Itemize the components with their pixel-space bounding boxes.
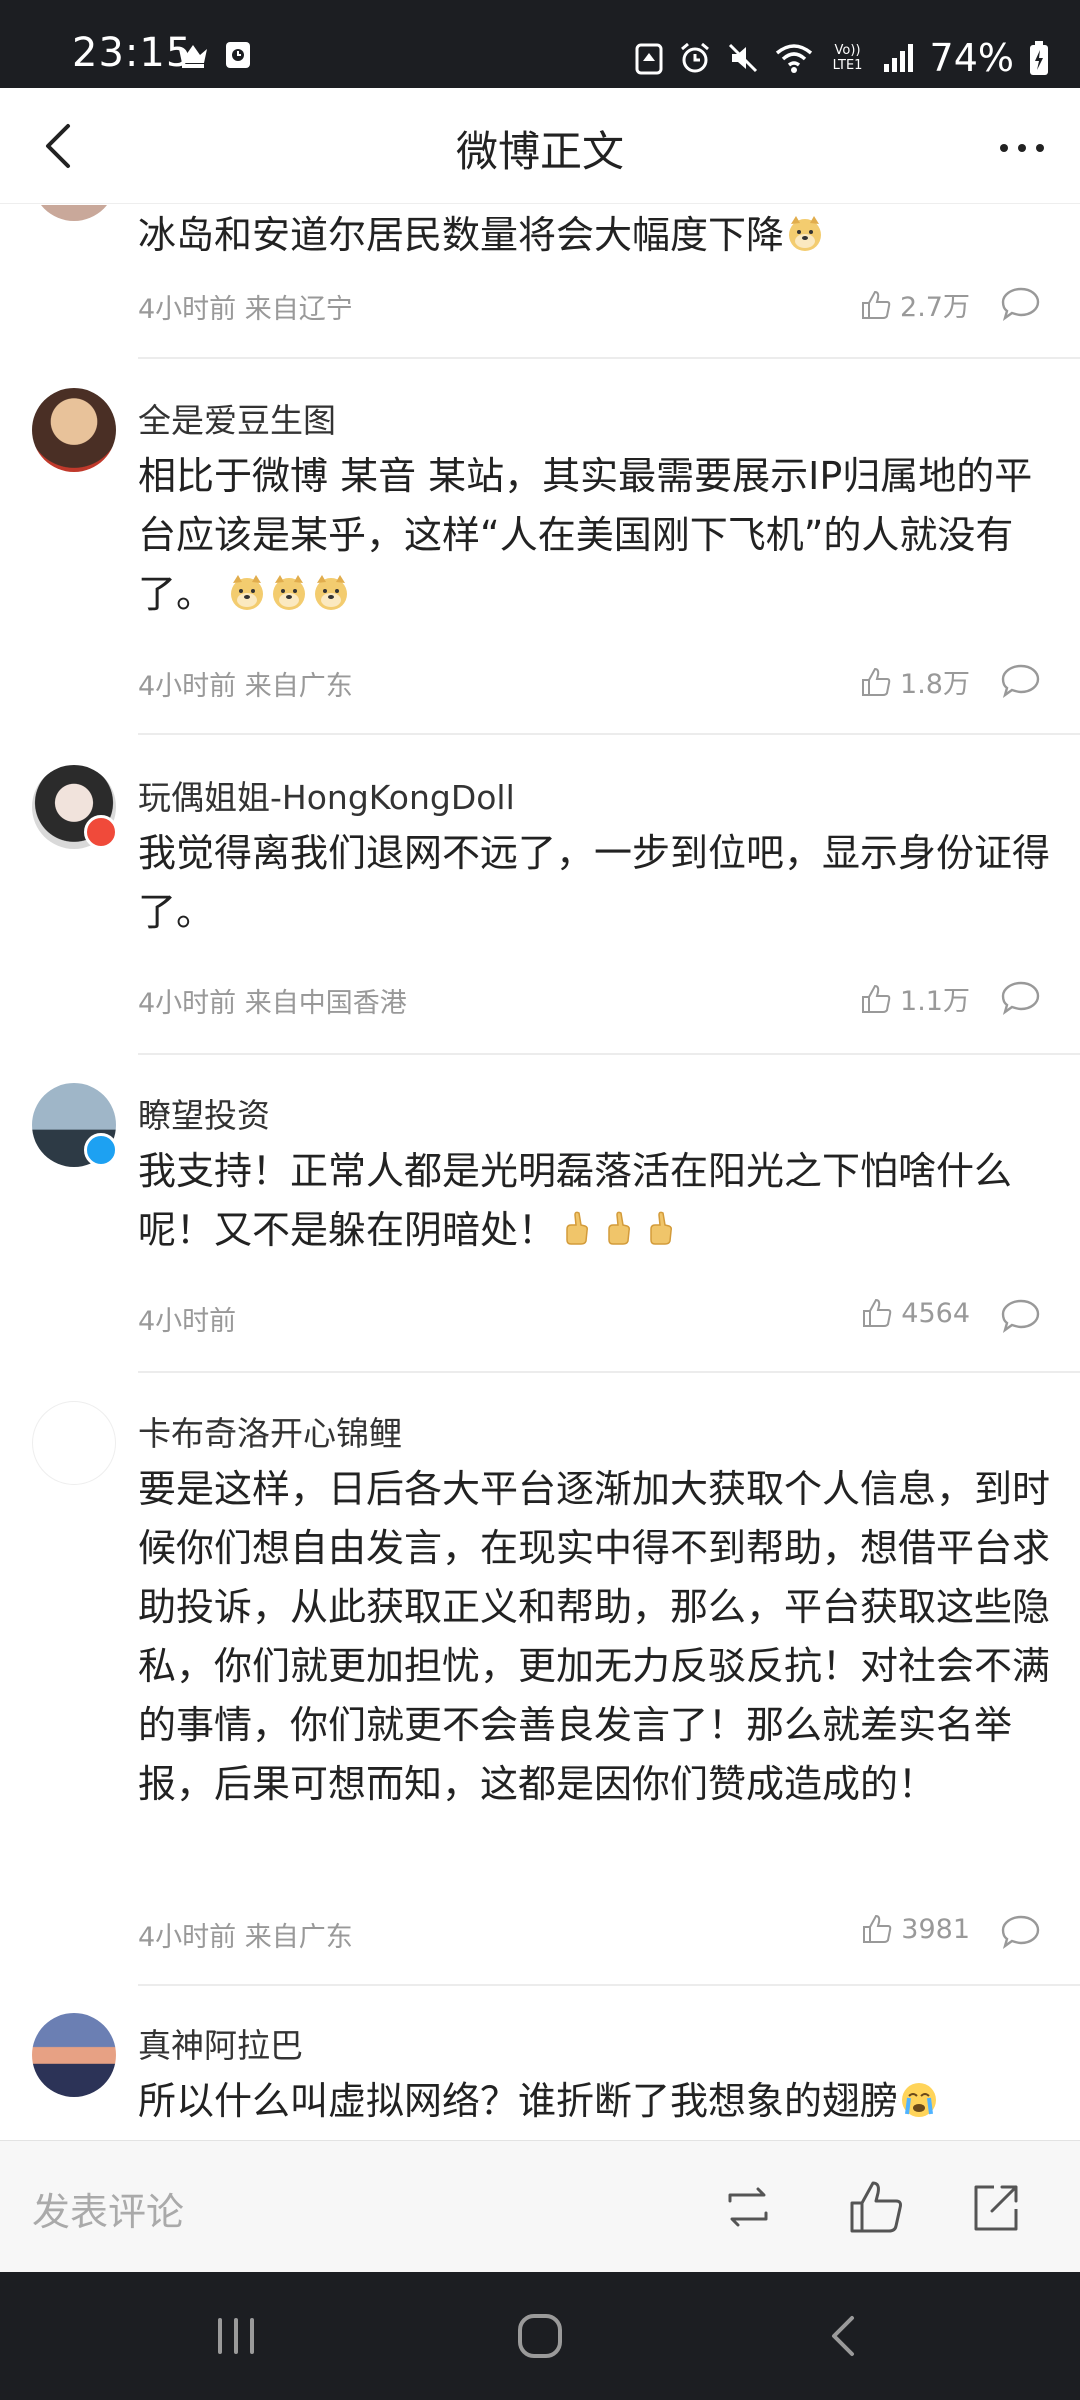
comment-text: 要是这样，日后各大平台逐渐加大获取个人信息，到时候你们想自由发言，在现实中得不到… [138,1467,1051,1806]
verified-badge-icon [84,815,118,849]
thumbs-up-icon [862,290,891,319]
comment-bubble-icon[interactable] [1000,1913,1042,1951]
battery-percent: 74% [929,36,1014,80]
avatar[interactable] [32,2013,116,2097]
verified-badge-icon [84,1133,118,1167]
status-bar: 23:15 Vo)) LTE1 74% [0,0,1080,88]
battery-icon [1030,41,1048,75]
divider [138,1984,1080,1986]
doge-emoji-icon [273,575,306,610]
bottom-action-bar: 发表评论 [0,2140,1080,2272]
divider [138,1053,1080,1055]
home-icon[interactable] [510,2312,570,2360]
comment-author[interactable]: 真神阿拉巴 [138,2019,303,2067]
comment-author[interactable]: 全是爱豆生图 [138,394,336,442]
doge-emoji-icon [789,216,822,251]
thumbs-up-icon [862,984,891,1013]
card-icon [226,42,250,68]
like-button[interactable]: 2.7万 [860,285,970,324]
like-button[interactable]: 3981 [861,1913,970,1945]
crown-icon [179,45,207,68]
avatar[interactable] [32,1401,116,1485]
comment-text: 相比于微博 某音 某站，其实最需要展示IP归属地的平台应该是某乎，这样“人在美国… [138,454,1033,616]
comment-bubble-icon[interactable] [1000,285,1042,323]
header-bar: 微博正文 [0,88,1080,204]
thumbs-up-icon [863,1914,892,1943]
comment-meta: 4小时前 [138,1306,237,1337]
recycle-icon [635,43,663,75]
doge-emoji-icon [315,575,348,610]
thumbs-up-emoji-icon [608,1211,631,1245]
status-left-icons [176,40,252,70]
divider [138,733,1080,735]
comment-text: 我支持！正常人都是光明磊落活在阳光之下怕啥什么呢！又不是躲在阴暗处！ [138,1149,1013,1252]
signal-icon [883,44,913,72]
comment-bubble-icon[interactable] [1000,979,1042,1017]
thumbs-up-emoji-icon [650,1211,673,1245]
status-time: 23:15 [72,30,193,76]
thumbs-up-icon [863,1298,892,1327]
like-button[interactable]: 1.8万 [860,662,970,701]
comment-text: 我觉得离我们退网不远了，一步到位吧，显示身份证得了。 [138,831,1051,934]
comment-author[interactable]: 瞭望投资 [138,1089,270,1137]
divider [138,357,1080,359]
share-icon[interactable] [966,2177,1026,2237]
back-icon[interactable] [814,2312,874,2360]
alarm-icon [680,42,709,73]
comment-bubble-icon[interactable] [1000,1297,1042,1335]
doge-emoji-icon [231,575,264,610]
divider [138,1371,1080,1373]
like-button[interactable]: 1.1万 [860,979,970,1018]
like-button[interactable]: 4564 [861,1297,970,1329]
status-right-icons: Vo)) LTE1 74% [634,36,1050,80]
comment-bubble-icon[interactable] [1000,662,1042,700]
thumbs-up-icon[interactable] [846,2177,906,2237]
recent-apps-icon[interactable] [206,2312,266,2360]
page-title: 微博正文 [455,127,624,176]
thumbs-up-icon [862,667,891,696]
comment-meta: 4小时前 来自广东 [138,1922,353,1953]
comment-meta: 4小时前 来自辽宁 [138,294,353,325]
avatar[interactable] [32,205,116,221]
wifi-icon [775,44,812,73]
comment-text: 所以什么叫虚拟网络？谁折断了我想象的翅膀 [138,2072,1058,2131]
more-dots-icon[interactable] [992,118,1052,178]
system-nav-bar [0,2272,1080,2400]
comment-meta: 4小时前 来自中国香港 [138,988,407,1019]
repost-icon[interactable] [718,2177,778,2237]
mute-icon [728,43,757,73]
comment-input[interactable]: 发表评论 [32,2181,184,2236]
comment-meta: 4小时前 来自广东 [138,671,353,702]
comment-author[interactable]: 玩偶姐姐-HongKongDoll [138,771,515,819]
comment-text: 冰岛和安道尔居民数量将会大幅度下降 [138,206,1058,265]
crying-emoji-icon [902,2083,937,2117]
avatar[interactable] [32,388,116,472]
comment-feed[interactable]: 冰岛和安道尔居民数量将会大幅度下降 4小时前 来自辽宁 2.7万 全是爱豆生图 … [0,205,1080,2140]
comment-author[interactable]: 卡布奇洛开心锦鲤 [138,1407,402,1455]
volte-icon: Vo)) LTE1 [832,43,863,73]
thumbs-up-emoji-icon [566,1211,589,1245]
